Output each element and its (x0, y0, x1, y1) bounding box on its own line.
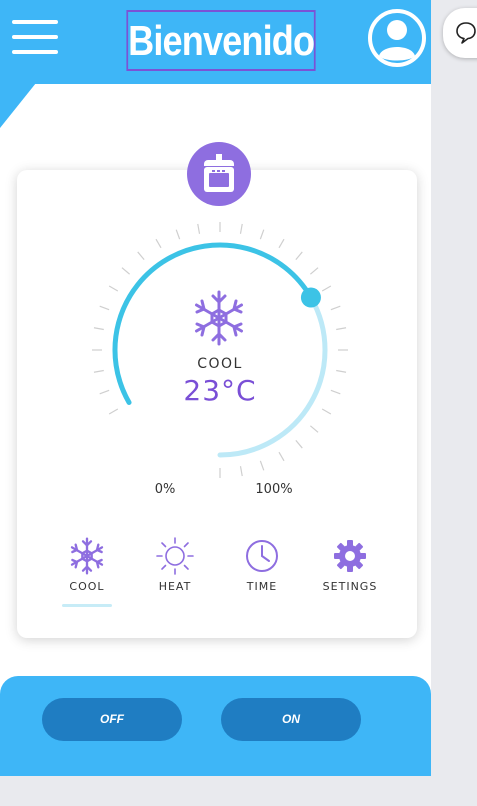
dial-tick (321, 285, 332, 292)
page-title: Bienvenido (126, 10, 316, 71)
mode-cool-button[interactable]: COOL (47, 536, 127, 593)
dial-tick (137, 251, 145, 260)
header-bar: Bienvenido (0, 0, 431, 84)
dial-tick (175, 229, 181, 240)
dial-max-label: 100% (255, 482, 293, 497)
dial-min-label: 0% (154, 482, 176, 497)
app-screen: Bienvenido COOL 23°C 0% 100% COOL HEAT T… (0, 0, 431, 776)
off-button[interactable]: OFF (42, 698, 182, 741)
dial-tick (99, 389, 110, 395)
dial-handle[interactable] (300, 287, 321, 308)
mode-settings-button[interactable]: SETINGS (310, 536, 390, 593)
current-mode-label: COOL (197, 356, 243, 372)
clock-icon (242, 536, 282, 576)
dial-tick (99, 305, 110, 311)
header-corner-tab (0, 83, 36, 128)
dial-tick (278, 238, 285, 249)
dial-tick (295, 251, 303, 260)
active-mode-indicator (62, 604, 112, 607)
dial-tick (239, 223, 243, 234)
dial-tick (278, 451, 285, 462)
mode-time-label: TIME (246, 580, 278, 593)
dial-tick (239, 466, 243, 477)
chat-button[interactable] (443, 8, 477, 58)
dial-tick (259, 229, 265, 240)
hamburger-menu-icon[interactable] (12, 18, 58, 58)
mode-cool-label: COOL (69, 580, 105, 593)
dial-tick (93, 327, 104, 331)
dial-tick (310, 425, 319, 433)
mode-settings-label: SETINGS (322, 580, 378, 593)
dial-tick (121, 267, 130, 275)
mode-time-button[interactable]: TIME (222, 536, 302, 593)
gear-icon (330, 536, 370, 576)
dial-tick (330, 389, 341, 395)
snowflake-icon (67, 536, 107, 576)
dial-tick (336, 327, 347, 331)
user-avatar-icon[interactable] (367, 8, 427, 68)
dial-tick (321, 408, 332, 415)
dial-tick (108, 285, 119, 292)
dial-tick (336, 369, 347, 373)
dial-tick (295, 440, 303, 449)
dial-tick (93, 369, 104, 373)
dial-tick (155, 238, 162, 249)
dial-tick (330, 305, 341, 311)
oven-icon (187, 142, 251, 206)
temperature-readout: 23°C (183, 374, 257, 407)
dial-tick (108, 408, 119, 415)
temperature-dial[interactable] (80, 210, 360, 490)
speech-bubble-icon (456, 22, 476, 44)
dial-tick (259, 460, 265, 471)
dial-tick (310, 267, 319, 275)
snowflake-icon (189, 288, 249, 348)
mode-heat-label: HEAT (158, 580, 192, 593)
sun-icon (155, 536, 195, 576)
on-button[interactable]: ON (221, 698, 361, 741)
dial-tick (197, 223, 201, 234)
mode-heat-button[interactable]: HEAT (135, 536, 215, 593)
